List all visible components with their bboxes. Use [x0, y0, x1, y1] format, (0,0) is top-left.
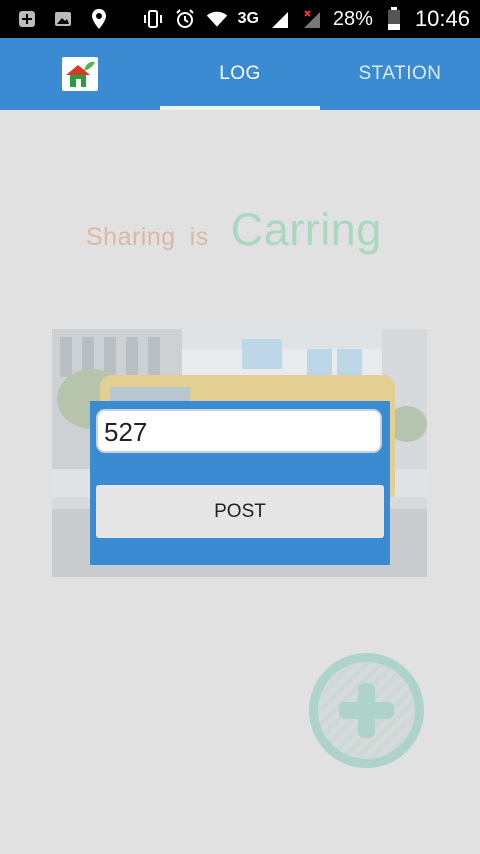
clock-time: 10:46	[414, 6, 470, 31]
app-bar: LOG STATION	[0, 38, 480, 110]
status-bar: 3G 28% 10:46	[0, 0, 480, 38]
post-dialog: 527 POST	[90, 401, 390, 565]
slogan-word-is: is	[189, 223, 209, 251]
battery-percent: 28%	[332, 8, 373, 30]
slogan: Sharing is Carring	[86, 204, 382, 256]
vibrate-icon	[142, 8, 164, 30]
wifi-icon	[206, 8, 228, 30]
location-icon	[88, 8, 110, 30]
signal-no-data-icon	[301, 8, 323, 30]
network-type-label: 3G	[237, 10, 259, 27]
tab-station[interactable]: STATION	[320, 38, 480, 110]
status-right-icons: 3G 28% 10:46	[142, 6, 480, 31]
tab-indicator	[160, 106, 320, 110]
status-left-icons	[0, 8, 110, 30]
home-logo-icon[interactable]	[62, 57, 98, 91]
add-circle-icon[interactable]	[306, 650, 427, 771]
slogan-word-sharing: Sharing	[86, 223, 176, 251]
add-box-icon	[16, 8, 38, 30]
slogan-word-carring: Carring	[230, 204, 382, 255]
tab-log[interactable]: LOG	[160, 38, 320, 110]
post-button[interactable]: POST	[96, 485, 384, 538]
signal-icon	[269, 8, 291, 30]
bus-number-input[interactable]: 527	[96, 409, 382, 453]
battery-icon	[383, 7, 405, 30]
image-icon	[52, 8, 74, 30]
alarm-icon	[174, 8, 196, 30]
